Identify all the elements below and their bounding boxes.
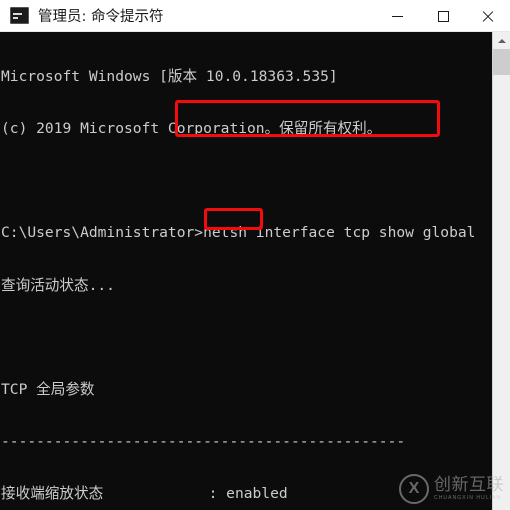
vertical-scrollbar[interactable] (492, 32, 510, 510)
console-area: Microsoft Windows [版本 10.0.18363.535] (c… (0, 32, 510, 510)
window-title: 管理员: 命令提示符 (38, 9, 164, 25)
minimize-button[interactable] (375, 0, 420, 31)
titlebar[interactable]: 管理员: 命令提示符 (0, 0, 510, 32)
maximize-button[interactable] (420, 0, 465, 31)
console-icon (10, 7, 29, 24)
console-line-command: C:\Users\Administrator>netsh interface t… (1, 224, 476, 242)
console-line-param-rss: 接收端缩放状态 : enabled (1, 485, 288, 503)
maximize-icon (437, 10, 449, 22)
close-icon (482, 10, 494, 22)
console-line-section-title: TCP 全局参数 (1, 381, 95, 399)
command-prompt-window: 管理员: 命令提示符 Microsoft Windows [版本 10.0.18… (0, 0, 510, 510)
console-line-0: Microsoft Windows [版本 10.0.18363.535] (1, 67, 338, 85)
console-line-5 (0, 329, 492, 346)
console-line-separator: ----------------------------------------… (1, 433, 406, 451)
console-line-1: (c) 2019 Microsoft Corporation。保留所有权利。 (1, 120, 382, 138)
caption-buttons (375, 0, 510, 31)
minimize-icon (391, 10, 404, 22)
console-output[interactable]: Microsoft Windows [版本 10.0.18363.535] (c… (0, 32, 492, 510)
scrollbar-track[interactable] (493, 49, 510, 510)
scrollbar-thumb[interactable] (493, 49, 510, 75)
scroll-up-button[interactable] (493, 32, 510, 49)
console-text-buffer: Microsoft Windows [版本 10.0.18363.535] (c… (0, 33, 492, 510)
console-line-2 (0, 172, 492, 189)
close-button[interactable] (465, 0, 510, 31)
chevron-up-icon (497, 38, 506, 43)
console-line-status: 查询活动状态... (1, 276, 115, 294)
